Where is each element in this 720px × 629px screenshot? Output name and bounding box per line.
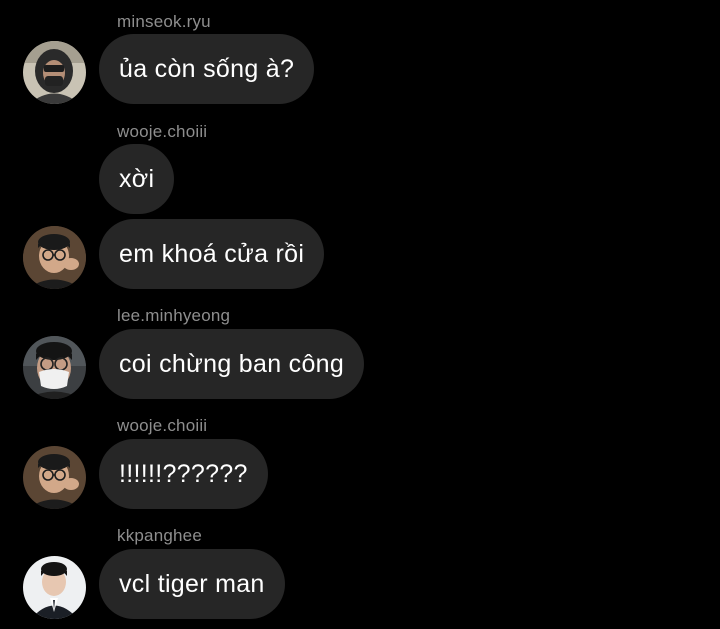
avatar[interactable] <box>23 226 86 289</box>
message-bubble[interactable]: ủa còn sống à? <box>84 34 315 104</box>
hooded-person-avatar-icon <box>23 41 86 104</box>
sender-name[interactable]: wooje.choiii <box>117 122 207 142</box>
message-bubble[interactable]: em khoá cửa rồi <box>84 219 325 289</box>
glasses-person-avatar-icon <box>23 226 86 289</box>
message-bubble[interactable]: xời <box>99 144 175 214</box>
avatar[interactable] <box>23 446 86 509</box>
glasses-person-avatar-icon <box>23 446 86 509</box>
sender-name[interactable]: minseok.ryu <box>117 12 211 32</box>
avatar[interactable] <box>23 556 86 619</box>
avatar[interactable] <box>23 41 86 104</box>
avatar[interactable] <box>23 336 86 399</box>
sender-name[interactable]: wooje.choiii <box>117 416 207 436</box>
chat-thread: minseok.ryu ủa còn sống à? wooje.choiii … <box>0 0 720 629</box>
sender-name[interactable]: kkpanghee <box>117 526 202 546</box>
sender-name[interactable]: lee.minhyeong <box>117 306 230 326</box>
message-bubble[interactable]: vcl tiger man <box>85 549 285 619</box>
masked-person-avatar-icon <box>23 336 86 399</box>
message-bubble[interactable]: !!!!!!?????? <box>85 439 268 509</box>
message-bubble[interactable]: coi chừng ban công <box>84 329 365 399</box>
suited-person-avatar-icon <box>23 556 86 619</box>
